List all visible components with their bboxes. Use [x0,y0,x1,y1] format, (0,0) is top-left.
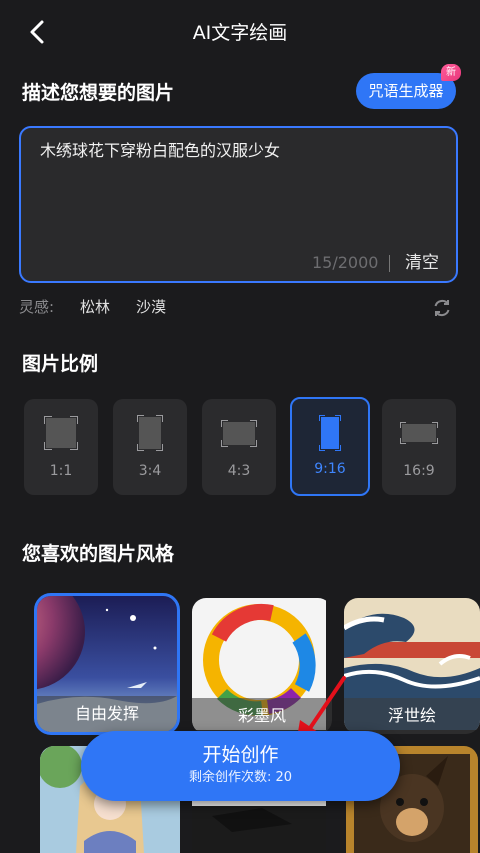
landscape-crop-icon [221,420,257,447]
ratio-option-3-4[interactable]: 3:4 [113,399,187,495]
ratio-option-9-16[interactable]: 9:16 [290,397,370,496]
ratio-label: 4:3 [227,463,251,479]
inspiration-tag[interactable]: 沙漠 [136,297,166,317]
square-crop-icon [44,416,78,450]
ratio-label: 9:16 [314,461,346,477]
inspiration-tag[interactable]: 松林 [80,297,110,317]
refresh-icon [434,300,450,316]
page-title: AI文字绘画 [192,22,288,44]
wide-crop-icon [400,422,438,444]
ratio-label: 1:1 [49,463,73,479]
remaining-count: 剩余创作次数: 20 [188,770,293,785]
style-card-ukiyoe[interactable]: 浮世绘 [344,598,480,734]
refresh-button[interactable] [431,297,453,319]
description-text[interactable]: 木绣球花下穿粉白配色的汉服少女 [40,139,280,163]
portrait-crop-icon [137,415,163,451]
style-label: 自由发挥 [37,696,177,732]
style-card-freestyle[interactable]: 自由发挥 [34,593,180,735]
char-counter: 15/2000 [312,253,379,272]
describe-title: 描述您想要的图片 [22,82,175,104]
style-title: 您喜欢的图片风格 [22,543,175,565]
tall-crop-icon [319,415,341,451]
ratio-label: 16:9 [403,463,435,479]
start-label: 开始创作 [202,744,279,766]
ratio-label: 3:4 [138,463,162,479]
ratio-option-16-9[interactable]: 16:9 [382,399,456,495]
ratio-option-4-3[interactable]: 4:3 [202,399,276,495]
style-label: 浮世绘 [344,698,480,734]
ratio-option-1-1[interactable]: 1:1 [24,399,98,495]
clear-button[interactable]: 清空 [405,251,439,275]
new-badge: 新 [441,64,461,81]
counter-divider [389,255,390,272]
start-create-button[interactable]: 开始创作 剩余创作次数: 20 [81,731,400,801]
ratio-title: 图片比例 [22,353,99,375]
inspiration-label: 灵感: [19,298,55,316]
